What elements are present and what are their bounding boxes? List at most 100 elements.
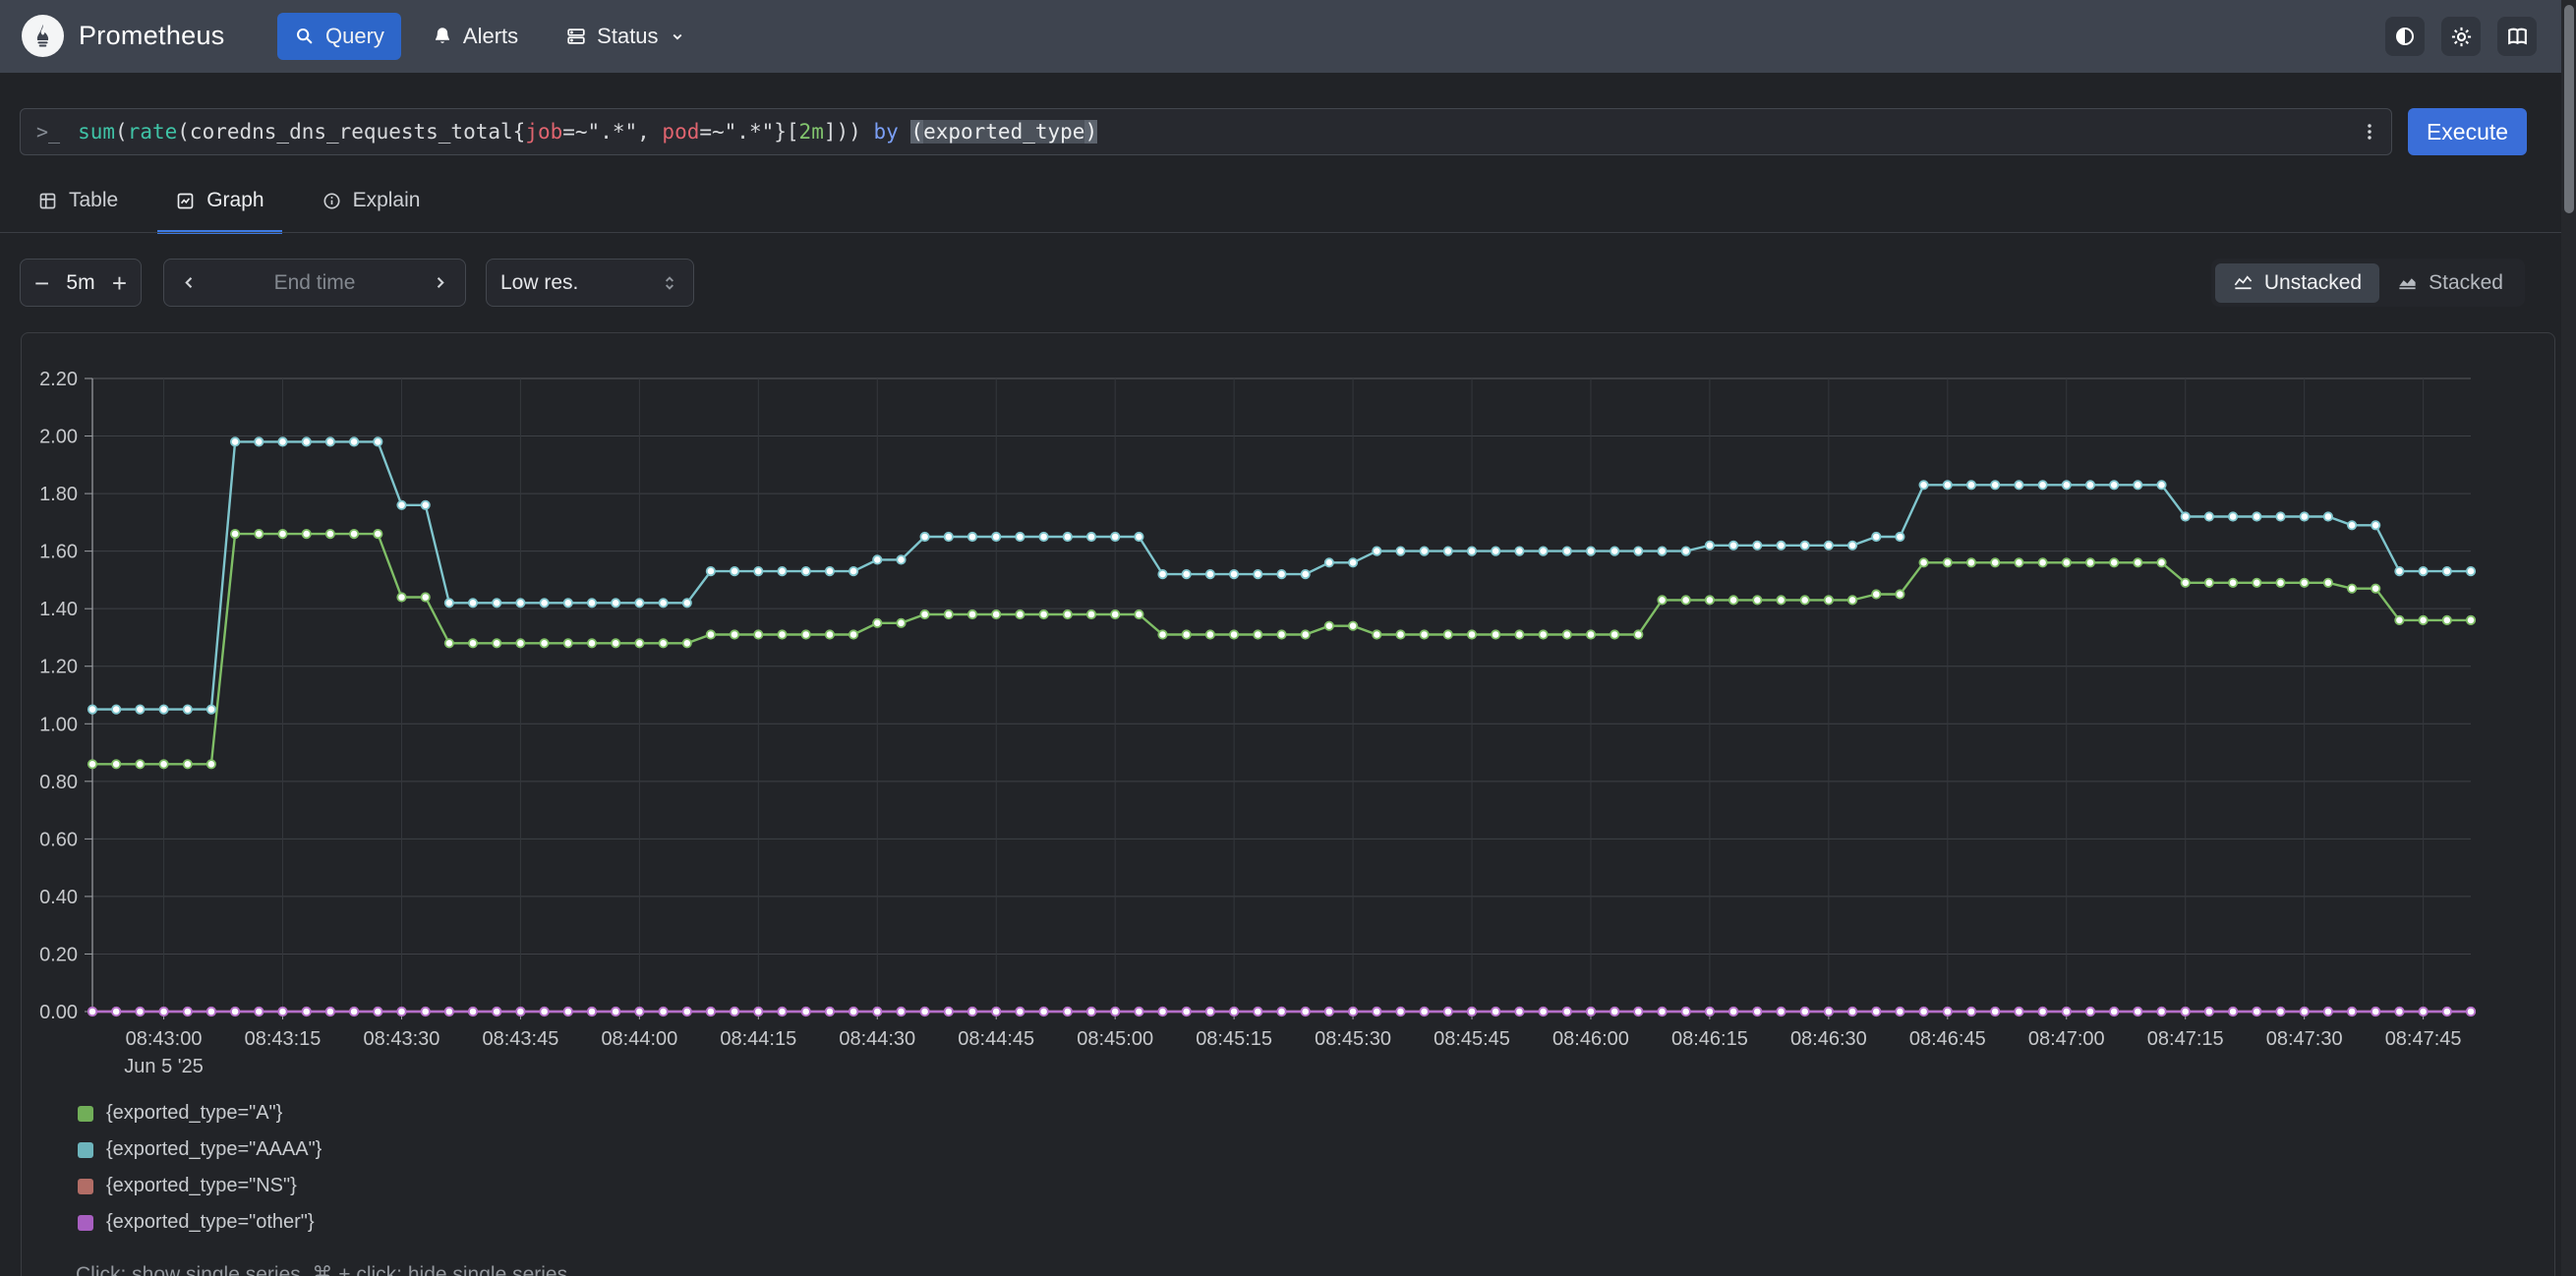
range-stepper: − 5m + bbox=[20, 259, 142, 307]
settings-button[interactable] bbox=[2441, 17, 2481, 56]
search-icon bbox=[294, 26, 316, 47]
contrast-icon bbox=[2393, 25, 2417, 48]
svg-text:1.80: 1.80 bbox=[39, 484, 78, 505]
query-options-menu[interactable] bbox=[2348, 109, 2391, 154]
tab-graph[interactable]: Graph bbox=[157, 189, 281, 232]
legend-series-label: {exported_type="NS"} bbox=[106, 1175, 297, 1197]
time-series-chart[interactable]: 0.000.200.400.600.801.001.201.401.601.80… bbox=[22, 333, 2554, 1080]
svg-text:08:44:15: 08:44:15 bbox=[720, 1028, 796, 1050]
nav-query-label: Query bbox=[325, 24, 384, 49]
svg-text:08:46:00: 08:46:00 bbox=[1552, 1028, 1629, 1050]
svg-text:0.00: 0.00 bbox=[39, 1002, 78, 1023]
svg-text:08:45:00: 08:45:00 bbox=[1077, 1028, 1153, 1050]
unstacked-label: Unstacked bbox=[2264, 271, 2362, 295]
docs-button[interactable] bbox=[2497, 17, 2537, 56]
svg-text:1.00: 1.00 bbox=[39, 714, 78, 735]
legend-item[interactable]: {exported_type="other"} bbox=[78, 1211, 322, 1234]
svg-text:08:47:30: 08:47:30 bbox=[2266, 1028, 2343, 1050]
svg-text:08:46:45: 08:46:45 bbox=[1909, 1028, 1986, 1050]
svg-text:08:46:30: 08:46:30 bbox=[1790, 1028, 1867, 1050]
svg-text:08:45:30: 08:45:30 bbox=[1315, 1028, 1391, 1050]
graph-controls: − 5m + End time Low res. Unstacked Stack… bbox=[0, 259, 2576, 307]
svg-text:08:43:15: 08:43:15 bbox=[245, 1028, 322, 1050]
resolution-select[interactable]: Low res. bbox=[486, 259, 694, 307]
promql-expression[interactable]: sum(rate(coredns_dns_requests_total{job=… bbox=[78, 120, 2348, 144]
tabs-divider bbox=[0, 232, 2576, 233]
svg-text:1.40: 1.40 bbox=[39, 599, 78, 620]
execute-button[interactable]: Execute bbox=[2408, 108, 2527, 155]
select-chevrons-icon bbox=[660, 273, 679, 293]
book-icon bbox=[2505, 25, 2530, 49]
legend-hint: Click: show single series, ⌘ + click: hi… bbox=[76, 1262, 567, 1276]
chevron-right-icon[interactable] bbox=[431, 273, 449, 292]
terminal-prompt-icon: >_ bbox=[36, 120, 60, 144]
promql-input[interactable]: >_ sum(rate(coredns_dns_requests_total{j… bbox=[20, 108, 2392, 155]
tab-explain-label: Explain bbox=[353, 189, 421, 212]
prometheus-logo-icon bbox=[22, 15, 64, 57]
info-icon bbox=[322, 191, 342, 211]
svg-text:08:47:00: 08:47:00 bbox=[2028, 1028, 2105, 1050]
stacked-label: Stacked bbox=[2429, 271, 2503, 295]
legend-item[interactable]: {exported_type="AAAA"} bbox=[78, 1138, 322, 1161]
legend-swatch-icon bbox=[78, 1179, 93, 1194]
svg-text:2.20: 2.20 bbox=[39, 369, 78, 390]
main-nav: Query Alerts Status bbox=[277, 0, 703, 73]
line-chart-icon bbox=[2233, 272, 2254, 293]
svg-text:08:43:45: 08:43:45 bbox=[482, 1028, 558, 1050]
svg-text:0.80: 0.80 bbox=[39, 772, 78, 793]
nav-status[interactable]: Status bbox=[549, 13, 702, 60]
range-decrease-button[interactable]: − bbox=[34, 270, 49, 296]
svg-text:1.60: 1.60 bbox=[39, 542, 78, 563]
svg-text:08:44:30: 08:44:30 bbox=[839, 1028, 915, 1050]
tab-table[interactable]: Table bbox=[20, 189, 136, 232]
svg-text:08:45:15: 08:45:15 bbox=[1196, 1028, 1272, 1050]
legend-series-label: {exported_type="other"} bbox=[106, 1211, 315, 1234]
legend-item[interactable]: {exported_type="A"} bbox=[78, 1102, 322, 1125]
tab-explain[interactable]: Explain bbox=[304, 189, 439, 232]
nav-alerts[interactable]: Alerts bbox=[415, 13, 535, 60]
chart-legend: {exported_type="A"} {exported_type="AAAA… bbox=[78, 1102, 322, 1234]
end-time-input[interactable]: End time bbox=[163, 259, 466, 307]
stack-toggle: Unstacked Stacked bbox=[2211, 259, 2525, 307]
scrollbar-thumb[interactable] bbox=[2564, 5, 2574, 213]
svg-text:08:46:15: 08:46:15 bbox=[1671, 1028, 1748, 1050]
graph-icon bbox=[175, 191, 196, 211]
scrollbar[interactable] bbox=[2561, 0, 2576, 1276]
nav-alerts-label: Alerts bbox=[463, 24, 518, 49]
svg-text:2.00: 2.00 bbox=[39, 427, 78, 448]
svg-text:08:43:00: 08:43:00 bbox=[126, 1028, 203, 1050]
end-time-placeholder: End time bbox=[274, 271, 356, 295]
query-row: >_ sum(rate(coredns_dns_requests_total{j… bbox=[20, 108, 2527, 155]
svg-text:1.20: 1.20 bbox=[39, 657, 78, 678]
nav-status-label: Status bbox=[597, 24, 658, 49]
chevron-down-icon bbox=[669, 28, 686, 45]
tab-table-label: Table bbox=[69, 189, 118, 212]
legend-swatch-icon bbox=[78, 1215, 93, 1231]
navbar-actions bbox=[2385, 17, 2537, 56]
stacked-option[interactable]: Stacked bbox=[2379, 263, 2521, 303]
svg-text:Jun 5 '25: Jun 5 '25 bbox=[124, 1056, 204, 1077]
range-increase-button[interactable]: + bbox=[112, 270, 127, 296]
legend-swatch-icon bbox=[78, 1106, 93, 1122]
bell-icon bbox=[432, 26, 453, 47]
kebab-icon bbox=[2359, 120, 2380, 144]
legend-series-label: {exported_type="AAAA"} bbox=[106, 1138, 322, 1161]
svg-text:08:44:45: 08:44:45 bbox=[958, 1028, 1034, 1050]
nav-query[interactable]: Query bbox=[277, 13, 401, 60]
svg-text:08:43:30: 08:43:30 bbox=[364, 1028, 440, 1050]
navbar: Prometheus Query Alerts Status bbox=[0, 0, 2576, 73]
svg-text:0.40: 0.40 bbox=[39, 887, 78, 908]
theme-toggle-button[interactable] bbox=[2385, 17, 2425, 56]
chevron-left-icon[interactable] bbox=[180, 273, 199, 292]
gear-icon bbox=[2449, 25, 2474, 49]
legend-series-label: {exported_type="A"} bbox=[106, 1102, 282, 1125]
svg-text:08:44:00: 08:44:00 bbox=[601, 1028, 677, 1050]
legend-item[interactable]: {exported_type="NS"} bbox=[78, 1175, 322, 1197]
range-value[interactable]: 5m bbox=[66, 271, 94, 295]
table-icon bbox=[37, 191, 58, 211]
unstacked-option[interactable]: Unstacked bbox=[2215, 263, 2379, 303]
svg-text:08:47:15: 08:47:15 bbox=[2147, 1028, 2224, 1050]
graph-panel: 0.000.200.400.600.801.001.201.401.601.80… bbox=[21, 332, 2555, 1276]
svg-text:0.20: 0.20 bbox=[39, 944, 78, 965]
area-chart-icon bbox=[2397, 272, 2418, 293]
